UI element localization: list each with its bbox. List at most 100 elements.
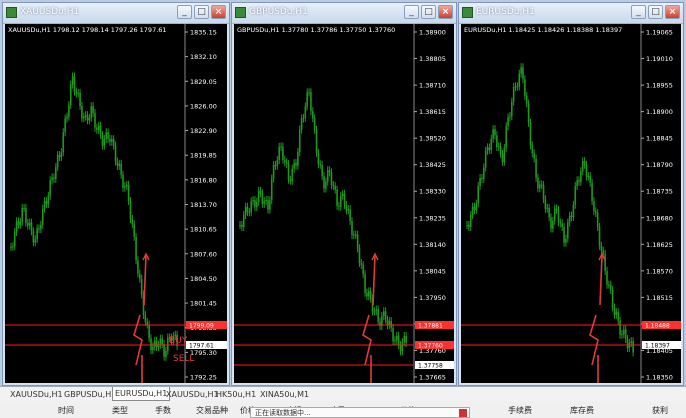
candle-body (484, 150, 487, 168)
price-tick-label: 1.38805 (419, 55, 446, 63)
column-lots[interactable]: 手数 (155, 405, 171, 416)
candle-body (522, 67, 524, 80)
candle-body (259, 190, 262, 194)
candle-body (401, 341, 404, 352)
window-title: XAUUSDu,H1 (20, 7, 80, 17)
price-chart[interactable]: 1.38900 1.38805 1.38710 1.38615 1.38520 1.384… (234, 24, 454, 383)
close-button[interactable]: × (665, 5, 680, 19)
candle-body (591, 182, 593, 202)
candle-body (265, 199, 267, 202)
candle-body (161, 338, 163, 345)
tab-xauusd-2[interactable]: XAUUSDu,H1 (164, 388, 221, 401)
candle-body (364, 274, 366, 293)
close-button[interactable]: × (438, 5, 453, 19)
candle-body (36, 228, 38, 240)
popup-close-icon[interactable] (459, 409, 467, 417)
candle-body (574, 185, 577, 205)
chart-window-gbpusd[interactable]: GBPUSDu,H1 _ □ × 1.38900 1.38805 1.38710 1.… (231, 2, 457, 386)
candle-body (336, 189, 338, 206)
column-time[interactable]: 时间 (58, 405, 74, 416)
candle-body (297, 152, 299, 166)
tab-gbpusd[interactable]: GBPUSDu,H1 (62, 388, 118, 401)
candle-body (41, 208, 44, 225)
candle-body (306, 92, 308, 107)
candle-body (49, 180, 51, 196)
candle-body (248, 212, 251, 214)
candle-body (267, 199, 269, 210)
column-commission[interactable]: 手续费 (508, 405, 532, 416)
price-tick-label: 1.18515 (646, 294, 673, 302)
candle-body (608, 284, 610, 286)
price-tick-label: 1822.90 (190, 127, 217, 135)
tab-eurusd[interactable]: EURUSDu,H1 (112, 387, 171, 401)
candle-body (606, 270, 608, 285)
price-tick-label: 1.18625 (646, 241, 673, 249)
window-titlebar[interactable]: EURUSDu,H1 _ □ × (459, 3, 683, 24)
price-chart[interactable]: 1.19065 1.19010 1.18955 1.18900 1.18845 1.187… (461, 24, 681, 383)
column-symbol[interactable]: 交易品种 (196, 405, 228, 416)
minimize-button[interactable]: _ (177, 5, 192, 19)
price-tick-label: 1819.85 (190, 152, 217, 160)
candle-body (79, 92, 81, 106)
chart-window-eurusd[interactable]: EURUSDu,H1 _ □ × 1.19065 1.19010 1.18955 1.… (458, 2, 684, 386)
chart-window-xauusd[interactable]: XAUUSDu,H1 _ □ × 1835.15 1832.10 1829.05 18… (2, 2, 230, 386)
candle-body (152, 346, 154, 351)
candle-body (578, 180, 580, 182)
candle-body (280, 146, 282, 148)
window-titlebar[interactable]: GBPUSDu,H1 _ □ × (232, 3, 456, 24)
minimize-button[interactable]: _ (404, 5, 419, 19)
candle-body (535, 158, 537, 178)
candle-body (269, 200, 271, 210)
candle-body (596, 213, 599, 228)
candle-body (399, 345, 402, 352)
candle-body (362, 264, 364, 275)
price-chart[interactable]: 1835.15 1832.10 1829.05 1826.00 1822.90 1819.… (5, 24, 227, 383)
maximize-button[interactable]: □ (194, 5, 209, 19)
candle-body (619, 320, 621, 335)
candle-body (332, 185, 335, 187)
price-tick-label: 1816.80 (190, 176, 217, 184)
price-tick-label: 1.18845 (646, 135, 673, 143)
minimize-button[interactable]: _ (631, 5, 646, 19)
annotation-arrow (362, 314, 372, 366)
candle-body (494, 129, 496, 136)
candle-body (285, 162, 288, 165)
column-profit[interactable]: 获利 (652, 405, 668, 416)
maximize-button[interactable]: □ (421, 5, 436, 19)
close-button[interactable]: × (211, 5, 226, 19)
candlestick-chart: 1835.15 1832.10 1829.05 1826.00 1822.90 1819.… (5, 24, 227, 383)
price-tick-label: 1.18900 (646, 108, 673, 116)
price-tick-label: 1.19010 (646, 55, 673, 63)
price-tick-label: 1810.65 (190, 226, 217, 234)
price-tick-label: 1.38045 (419, 267, 446, 275)
candle-body (313, 118, 316, 130)
candle-body (377, 309, 379, 322)
candle-body (486, 147, 489, 151)
price-tick-label: 1.18955 (646, 82, 673, 90)
candle-body (43, 201, 46, 209)
candle-body (604, 253, 606, 271)
column-swap[interactable]: 库存费 (570, 405, 594, 416)
price-tick-label: 1813.70 (190, 201, 217, 209)
candle-body (587, 176, 590, 178)
candle-body (69, 84, 72, 106)
candle-body (390, 321, 392, 328)
column-type[interactable]: 类型 (112, 405, 128, 416)
candle-body (533, 153, 535, 159)
candle-body (537, 177, 539, 189)
candle-body (137, 260, 139, 274)
tab-hk50[interactable]: HK50u,H1 (214, 388, 258, 401)
candle-body (13, 232, 16, 247)
tab-xina50[interactable]: XINA50u,M1 (258, 388, 311, 401)
price-tick-label: 1.18680 (646, 214, 673, 222)
candle-body (497, 146, 500, 148)
maximize-button[interactable]: □ (648, 5, 663, 19)
candle-body (382, 311, 385, 316)
tab-xauusd[interactable]: XAUUSDu,H1 (8, 388, 65, 401)
candle-body (548, 207, 550, 218)
candle-body (384, 311, 387, 320)
candle-body (630, 341, 633, 343)
candle-body (17, 221, 20, 225)
candle-body (349, 209, 351, 222)
window-titlebar[interactable]: XAUUSDu,H1 _ □ × (3, 3, 229, 24)
